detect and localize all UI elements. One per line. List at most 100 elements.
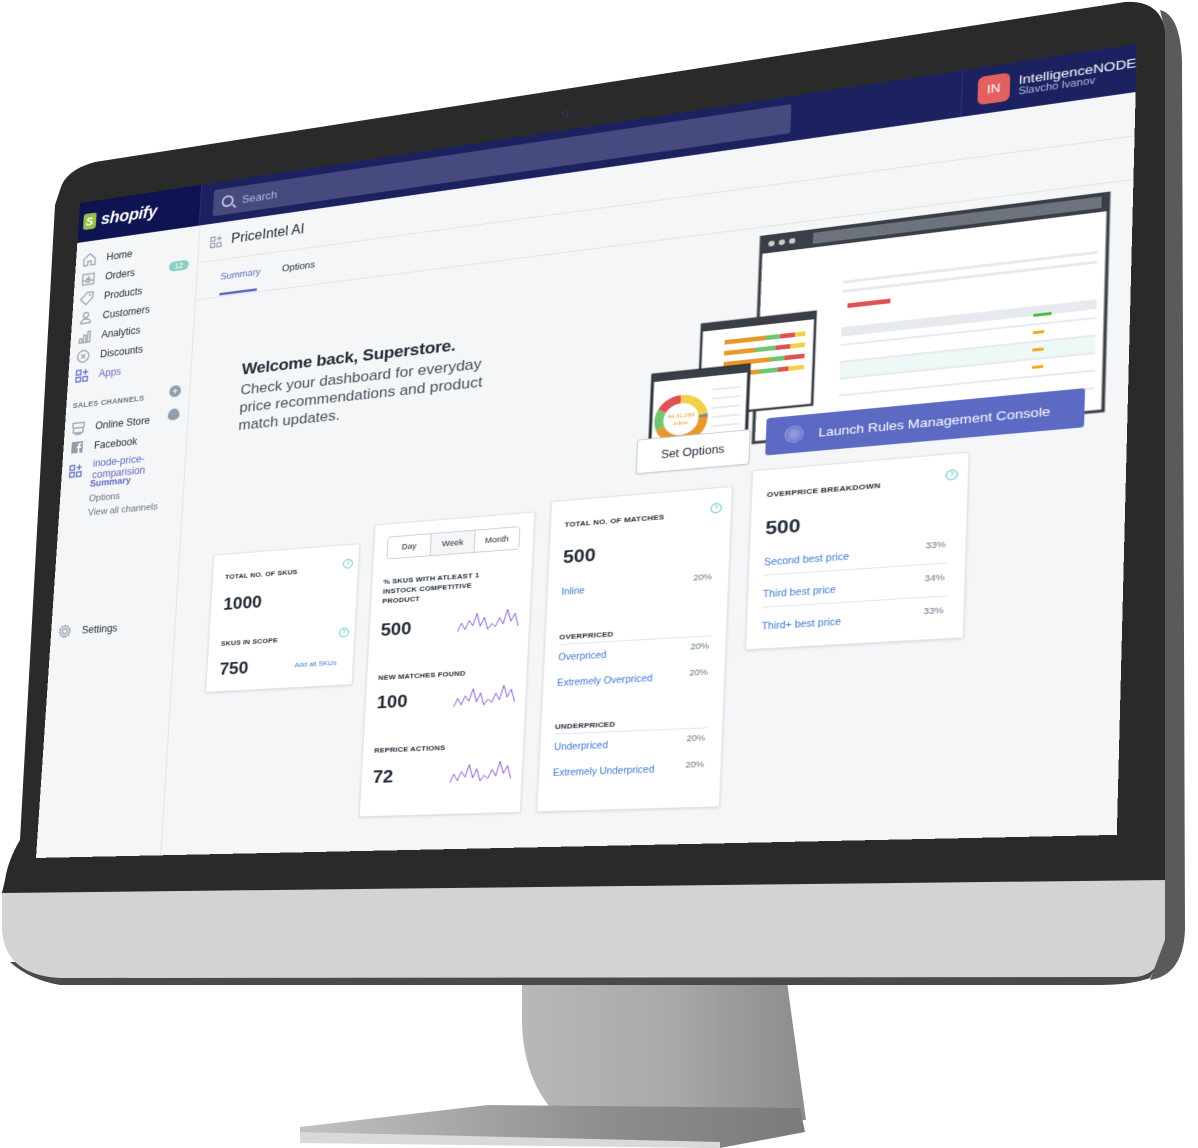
- shopify-bag-icon: [82, 212, 97, 231]
- tab-active-indicator: [219, 288, 257, 296]
- app-icon: [209, 234, 223, 249]
- sparkline-path: [450, 761, 512, 783]
- sidebar-item-settings[interactable]: Settings: [57, 620, 118, 639]
- globe-icon: [784, 425, 804, 444]
- store-icon: [71, 420, 86, 436]
- sidebar-item-label: Apps: [98, 365, 122, 380]
- sidebar-item-products[interactable]: Products: [79, 284, 143, 307]
- help-icon[interactable]: ?: [945, 469, 959, 481]
- welcome-section: Welcome back, Superstore. Check your das…: [238, 330, 512, 434]
- stand-neck: [521, 975, 806, 1120]
- logo-text: shopify: [100, 202, 158, 229]
- skus-in-scope-value: 750: [218, 658, 249, 680]
- home-icon: [82, 251, 97, 267]
- apps-icon: [68, 463, 83, 479]
- underpriced-link[interactable]: Underpriced: [554, 741, 608, 753]
- tab-options[interactable]: Options: [282, 260, 316, 274]
- metric-label: NEW MATCHES FOUND: [377, 669, 466, 682]
- sidebar-item-apps[interactable]: Apps: [74, 364, 121, 384]
- inline-pct: 20%: [693, 571, 713, 583]
- channel-label: Online Store: [94, 414, 151, 432]
- sidebar-item-label: Orders: [104, 266, 136, 283]
- period-selector: Day Week Month: [386, 526, 521, 560]
- overprice-breakdown-card: OVERPRICE BREAKDOWN ? 500 Second best pr…: [744, 451, 970, 651]
- underpriced-label: UNDERPRICED: [554, 720, 616, 731]
- sidebar-item-label: Analytics: [101, 324, 141, 341]
- matches-card: TOTAL NO. OF MATCHES ? 500 Inline 20% OV…: [536, 486, 733, 813]
- extremely-overpriced-link[interactable]: Extremely Overpriced: [557, 674, 653, 689]
- sidebar-item-label: Customers: [102, 303, 151, 322]
- add-all-skus-link[interactable]: Add all SKUs: [294, 659, 337, 669]
- channel-facebook[interactable]: Facebook: [69, 434, 137, 456]
- metric-value: 100: [376, 691, 409, 713]
- third-best-price-link[interactable]: Third best price: [763, 585, 837, 600]
- period-week[interactable]: Week: [430, 530, 476, 556]
- total-skus-label: TOTAL NO. OF SKUS: [224, 567, 298, 581]
- period-month[interactable]: Month: [474, 527, 520, 552]
- orders-icon: [81, 271, 96, 287]
- tab-summary[interactable]: Summary: [220, 267, 261, 282]
- sidebar-item-orders[interactable]: Orders: [81, 265, 136, 287]
- eye-icon[interactable]: [167, 407, 180, 421]
- third-plus-best-price-pct: 33%: [923, 605, 944, 617]
- total-matches-value: 500: [562, 545, 597, 568]
- sidebar-item-label: Products: [103, 285, 143, 302]
- metric-value: 72: [372, 767, 394, 788]
- help-icon[interactable]: ?: [338, 627, 350, 638]
- help-icon[interactable]: ?: [342, 558, 354, 569]
- help-icon[interactable]: ?: [710, 502, 723, 514]
- tag-icon: [79, 290, 94, 306]
- sidebar-item-discounts[interactable]: Discounts: [75, 342, 143, 365]
- skus-in-scope-label: SKUS IN SCOPE: [220, 636, 279, 648]
- search-icon: [221, 194, 234, 208]
- skus-card: TOTAL NO. OF SKUS ? 1000 SKUS IN SCOPE ?…: [205, 543, 361, 693]
- trends-card: Day Week Month % SKUS WITH ATLEAST 1 INS…: [358, 511, 536, 818]
- total-skus-value: 1000: [222, 592, 263, 615]
- channel-label: inode-price-comparision: [91, 452, 146, 481]
- page-title: PriceIntel AI: [230, 221, 305, 247]
- sparkline-path: [453, 685, 515, 708]
- overpriced-label: OVERPRICED: [559, 629, 614, 642]
- sidebar-item-analytics[interactable]: Analytics: [77, 323, 141, 345]
- second-best-price-link[interactable]: Second best price: [764, 552, 849, 568]
- overprice-value: 500: [764, 515, 801, 540]
- total-matches-label: TOTAL NO. OF MATCHES: [564, 512, 665, 529]
- metric-label: REPRICE ACTIONS: [374, 743, 446, 755]
- sidebar-item-label: Home: [106, 247, 133, 263]
- channel-label: Facebook: [93, 435, 138, 452]
- sidebar-item-home[interactable]: Home: [82, 246, 133, 267]
- channel-online-store[interactable]: Online Store: [71, 413, 151, 436]
- orders-badge: 12: [168, 259, 190, 272]
- period-day[interactable]: Day: [387, 534, 432, 559]
- third-best-price-pct: 34%: [924, 572, 945, 584]
- sub-item-options[interactable]: Options: [89, 491, 121, 504]
- overpriced-pct: 20%: [690, 640, 710, 652]
- facebook-icon: [69, 439, 84, 455]
- sales-channels-label: SALES CHANNELS: [72, 393, 145, 410]
- inline-link[interactable]: Inline: [561, 586, 585, 598]
- search-placeholder: Search: [241, 187, 278, 206]
- metric-label: % SKUS WITH ATLEAST 1 INSTOCK COMPETITIV…: [382, 571, 480, 606]
- person-icon: [78, 309, 93, 325]
- add-channel-button[interactable]: +: [168, 384, 182, 398]
- overpriced-link[interactable]: Overpriced: [558, 650, 607, 663]
- extremely-overpriced-pct: 20%: [689, 667, 709, 678]
- bar-chart-icon: [77, 329, 92, 345]
- third-plus-best-price-link[interactable]: Third+ best price: [761, 617, 841, 632]
- sidebar-item-label: Settings: [81, 622, 118, 637]
- sidebar-item-label: Discounts: [99, 343, 144, 360]
- overprice-breakdown-label: OVERPRICE BREAKDOWN: [766, 481, 881, 500]
- metric-value: 500: [380, 619, 412, 641]
- gear-icon: [57, 623, 73, 639]
- extremely-underpriced-pct: 20%: [685, 759, 705, 770]
- sparkline-path: [457, 609, 519, 633]
- sparkline: [449, 759, 511, 785]
- sub-item-view-all-channels[interactable]: View all channels: [88, 502, 158, 518]
- underpriced-pct: 20%: [686, 733, 706, 744]
- discount-icon: [75, 348, 90, 364]
- extremely-underpriced-link[interactable]: Extremely Underpriced: [553, 765, 655, 779]
- camera-icon: [561, 109, 569, 117]
- apps-icon: [74, 368, 89, 384]
- sparkline: [453, 683, 515, 709]
- second-best-price-pct: 33%: [925, 539, 946, 551]
